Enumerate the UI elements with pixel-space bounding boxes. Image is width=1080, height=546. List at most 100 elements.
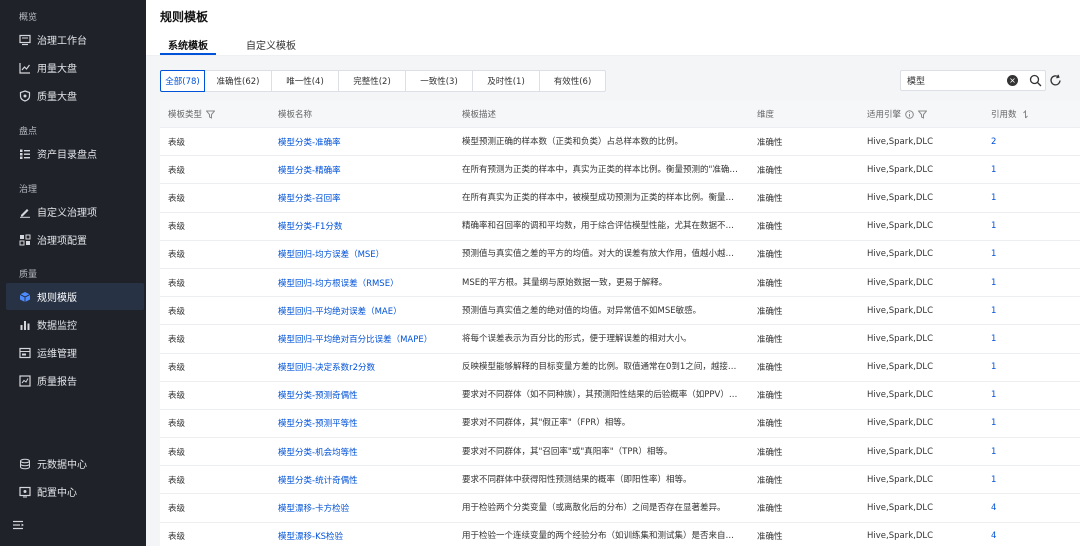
filter-all[interactable]: 全部(78) [160, 70, 205, 92]
cell-template-name-link-text[interactable]: 模型回归-决定系数r2分数 [278, 361, 375, 373]
cell-reference-count-link[interactable]: 4 [991, 494, 1051, 521]
clear-icon[interactable]: × [1007, 75, 1018, 86]
cell-reference-count-link-text[interactable]: 1 [991, 193, 996, 203]
cell-template-name-link[interactable]: 模型回归-均方根误差（RMSE） [278, 269, 453, 296]
filter-completeness[interactable]: 完整性(2) [338, 70, 406, 92]
cell-dimension: 准确性 [757, 297, 857, 324]
cell-template-type-text: 表级 [168, 306, 186, 317]
sidebar-item-usage-dashboard[interactable]: 用量大盘 [6, 54, 144, 81]
filter-accuracy[interactable]: 准确性(62) [204, 70, 272, 92]
list-icon [19, 148, 31, 160]
cell-reference-count-link-text[interactable]: 1 [991, 447, 996, 457]
cell-template-name-link[interactable]: 模型回归-平均绝对百分比误差（MAPE） [278, 325, 453, 352]
sidebar-item-ops-management[interactable]: 运维管理 [6, 339, 144, 366]
cell-template-name-link-text[interactable]: 模型回归-均方根误差（RMSE） [278, 277, 399, 289]
cell-template-name-link-text[interactable]: 模型分类-预测奇偶性 [278, 389, 358, 401]
cell-reference-count-link[interactable]: 1 [991, 297, 1051, 324]
cell-reference-count-link[interactable]: 2 [991, 128, 1051, 155]
cell-reference-count-link-text[interactable]: 1 [991, 249, 996, 259]
cell-template-name-link[interactable]: 模型分类-预测平等性 [278, 410, 453, 437]
cell-reference-count-link-text[interactable]: 1 [991, 475, 996, 485]
cell-reference-count-link[interactable]: 1 [991, 269, 1051, 296]
cell-template-name-link-text[interactable]: 模型分类-精确率 [278, 164, 341, 176]
cell-reference-count-link[interactable]: 1 [991, 184, 1051, 211]
cell-reference-count-link-text[interactable]: 1 [991, 418, 996, 428]
sidebar-item-quality-report[interactable]: 质量报告 [6, 367, 144, 394]
filter-validity[interactable]: 有效性(6) [539, 70, 606, 92]
cell-template-name-link-text[interactable]: 模型分类-统计奇偶性 [278, 474, 358, 486]
cell-reference-count-link-text[interactable]: 2 [991, 137, 996, 147]
filter-timeliness[interactable]: 及时性(1) [472, 70, 540, 92]
tab-system-templates[interactable]: 系统模板 [160, 37, 216, 55]
cell-template-name-link-text[interactable]: 模型分类-准确率 [278, 136, 341, 148]
search-input[interactable] [907, 73, 1003, 88]
filter-icon[interactable] [918, 110, 928, 119]
sidebar-item-config-center[interactable]: 配置中心 [6, 478, 144, 505]
sidebar-item-quality-dashboard[interactable]: 质量大盘 [6, 82, 144, 109]
cell-reference-count-link[interactable]: 1 [991, 156, 1051, 183]
cell-template-name-link[interactable]: 模型回归-平均绝对误差（MAE） [278, 297, 453, 324]
cell-template-name-link[interactable]: 模型漂移-卡方检验 [278, 494, 453, 521]
filter-uniqueness[interactable]: 唯一性(4) [271, 70, 339, 92]
tab-custom-templates[interactable]: 自定义模板 [238, 37, 304, 55]
sidebar-item-governance-config[interactable]: 治理项配置 [6, 226, 144, 253]
cell-template-name-link-text[interactable]: 模型回归-平均绝对误差（MAE） [278, 305, 402, 317]
cell-reference-count-link-text[interactable]: 1 [991, 362, 996, 372]
cell-reference-count-link[interactable]: 1 [991, 410, 1051, 437]
cell-template-type-text: 表级 [168, 250, 186, 261]
cell-template-name-link-text[interactable]: 模型分类-预测平等性 [278, 417, 358, 429]
sidebar-item-data-monitor[interactable]: 数据监控 [6, 311, 144, 338]
cell-template-name-link[interactable]: 模型分类-F1分数 [278, 213, 453, 240]
sidebar-item-governance-workbench[interactable]: 治理工作台 [6, 26, 144, 53]
cell-reference-count-link-text[interactable]: 1 [991, 165, 996, 175]
cell-template-name-link-text[interactable]: 模型回归-均方误差（MSE） [278, 248, 384, 260]
cell-template-name-link[interactable]: 模型分类-召回率 [278, 184, 453, 211]
sidebar-item-metadata-center[interactable]: 元数据中心 [6, 450, 144, 477]
cell-template-name-link-text[interactable]: 模型分类-召回率 [278, 192, 341, 204]
filter-consistency[interactable]: 一致性(3) [405, 70, 473, 92]
cell-dimension: 准确性 [757, 184, 857, 211]
cell-reference-count-link-text[interactable]: 1 [991, 390, 996, 400]
cell-template-name-link[interactable]: 模型漂移-KS检验 [278, 523, 453, 546]
cell-template-name-link[interactable]: 模型分类-统计奇偶性 [278, 466, 453, 493]
cell-template-name-link-text[interactable]: 模型分类-机会均等性 [278, 446, 358, 458]
cell-template-name-link[interactable]: 模型分类-准确率 [278, 128, 453, 155]
filter-icon[interactable] [206, 110, 216, 119]
search-icon[interactable] [1029, 74, 1042, 87]
info-icon[interactable] [905, 109, 914, 119]
cell-template-name-link-text[interactable]: 模型漂移-KS检验 [278, 530, 343, 542]
cell-reference-count-link-text[interactable]: 1 [991, 334, 996, 344]
cell-template-name-link[interactable]: 模型分类-机会均等性 [278, 438, 453, 465]
cell-template-name-link-text[interactable]: 模型漂移-卡方检验 [278, 502, 349, 514]
cell-reference-count-link[interactable]: 4 [991, 523, 1051, 546]
cell-template-name-link[interactable]: 模型分类-精确率 [278, 156, 453, 183]
cell-reference-count-link[interactable]: 1 [991, 241, 1051, 268]
cell-reference-count-link[interactable]: 1 [991, 382, 1051, 409]
cell-template-name-link[interactable]: 模型分类-预测奇偶性 [278, 382, 453, 409]
cell-reference-count-link-text[interactable]: 4 [991, 531, 996, 541]
sidebar-item-rule-template[interactable]: 规则模版 [6, 283, 144, 310]
cell-engine: Hive,Spark,DLC [867, 184, 985, 211]
cell-template-name-link[interactable]: 模型回归-决定系数r2分数 [278, 354, 453, 381]
cell-template-name-link[interactable]: 模型回归-均方误差（MSE） [278, 241, 453, 268]
cell-reference-count-link[interactable]: 1 [991, 325, 1051, 352]
cell-reference-count-link-text[interactable]: 1 [991, 278, 996, 288]
cell-reference-count-link-text[interactable]: 1 [991, 306, 996, 316]
cell-reference-count-link[interactable]: 1 [991, 438, 1051, 465]
cell-engine: Hive,Spark,DLC [867, 382, 985, 409]
grid-config-icon [19, 234, 31, 246]
cell-reference-count-link[interactable]: 1 [991, 466, 1051, 493]
cell-template-name-link-text[interactable]: 模型分类-F1分数 [278, 220, 342, 232]
cell-reference-count-link[interactable]: 1 [991, 213, 1051, 240]
refresh-icon[interactable] [1049, 74, 1062, 87]
cell-reference-count-link-text[interactable]: 1 [991, 221, 996, 231]
cell-template-name-link-text[interactable]: 模型回归-平均绝对百分比误差（MAPE） [278, 333, 432, 345]
sidebar-item-custom-governance[interactable]: 自定义治理项 [6, 198, 144, 225]
sort-icon[interactable] [1021, 109, 1030, 119]
cell-reference-count-link-text[interactable]: 4 [991, 503, 996, 513]
collapse-menu-icon[interactable] [12, 519, 24, 531]
cell-dimension-text: 准确性 [757, 278, 783, 289]
sidebar-item-asset-catalog[interactable]: 资产目录盘点 [6, 140, 144, 167]
cell-reference-count-link[interactable]: 1 [991, 354, 1051, 381]
header-engine: 适用引擎 [867, 101, 985, 127]
